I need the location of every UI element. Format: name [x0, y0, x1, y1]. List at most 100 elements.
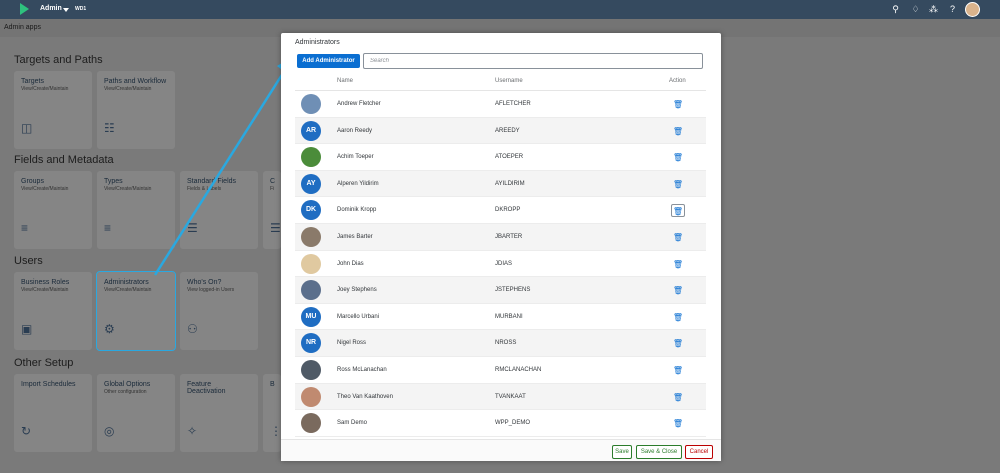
list-icon: ☰	[270, 221, 281, 235]
language-icon[interactable]: ⁂	[928, 4, 939, 15]
tile-subtitle: Fields & Labels	[187, 186, 222, 192]
row-username: JDIAS	[495, 260, 513, 267]
avatar: AR	[301, 120, 321, 141]
add-administrator-button[interactable]: Add Administrator	[297, 54, 360, 68]
tile-groups[interactable]: Groups View/Create/Maintain ≡	[14, 171, 92, 249]
row-name: Andrew Fletcher	[337, 101, 381, 107]
table-row[interactable]: Andrew Fletcher AFLETCHER 🗑	[295, 91, 706, 118]
admin-gear-icon: ⚙	[104, 322, 115, 336]
delete-icon[interactable]: 🗑	[671, 391, 685, 404]
magic-wand-icon: ✧	[187, 424, 198, 438]
table-row[interactable]: James Barter JBARTER 🗑	[295, 223, 706, 251]
bell-icon[interactable]: ♢	[910, 4, 921, 15]
table-row[interactable]: DK Dominik Kropp DKROPP 🗑	[295, 197, 706, 224]
delete-icon[interactable]: 🗑	[671, 204, 685, 218]
table-row[interactable]: John Dias JDIAS 🗑	[295, 251, 706, 278]
delete-icon[interactable]: 🗑	[671, 178, 685, 191]
tile-subtitle: View/Create/Maintain	[21, 86, 69, 92]
table-row[interactable]: Ross McLanachan RMCLANACHAN 🗑	[295, 357, 706, 384]
save-button[interactable]: Save	[612, 445, 632, 459]
delete-icon[interactable]: 🗑	[671, 417, 685, 430]
section-targets: Targets and Paths	[14, 54, 103, 66]
table-row[interactable]: NR Nigel Ross NROSS 🗑	[295, 330, 706, 357]
tile-title: Targets	[21, 78, 44, 85]
table-row[interactable]: Achim Toeper ATOEPER 🗑	[295, 144, 706, 171]
tile-title: Global Options	[104, 381, 151, 388]
row-username: NROSS	[495, 340, 517, 347]
avatar: AY	[301, 173, 321, 194]
tile-subtitle: View/Create/Maintain	[21, 287, 69, 293]
schedule-icon: ↻	[21, 424, 32, 438]
dialog-footer: Save Save & Close Cancel	[281, 439, 721, 461]
cancel-button[interactable]: Cancel	[685, 445, 713, 459]
search-icon[interactable]: ⚲	[890, 4, 901, 15]
tile-title: B	[270, 381, 275, 388]
section-users: Users	[14, 255, 43, 267]
row-username: JSTEPHENS	[495, 287, 531, 294]
column-name: Name	[337, 78, 354, 84]
row-username: JBARTER	[495, 233, 523, 240]
table-row[interactable]: AY Alperen Yildirim AYILDIRIM 🗑	[295, 170, 706, 198]
tile-targets[interactable]: Targets View/Create/Maintain ◫	[14, 71, 92, 149]
table-row[interactable]: AR Aaron Reedy AREEDY 🗑	[295, 117, 706, 145]
delete-icon[interactable]: 🗑	[671, 98, 685, 111]
avatar	[301, 226, 321, 247]
avatar	[301, 386, 321, 407]
row-name: Alperen Yildirim	[337, 180, 379, 187]
page-title: Admin apps	[4, 24, 41, 31]
row-username: AFLETCHER	[495, 101, 531, 107]
id-card-icon: ▣	[21, 322, 33, 336]
column-action: Action	[669, 78, 686, 84]
tile-title: Feature Deactivation	[187, 381, 226, 395]
column-username: Username	[495, 78, 523, 84]
tile-global-options[interactable]: Global Options Other configuration ◎	[97, 374, 175, 452]
tile-subtitle: View/Create/Maintain	[104, 186, 152, 192]
tile-import-schedules[interactable]: Import Schedules ↻	[14, 374, 92, 452]
tile-types[interactable]: Types View/Create/Maintain ≡	[97, 171, 175, 249]
table-row[interactable]: Sam Demo WPP_DEMO 🗑	[295, 410, 706, 437]
tile-paths[interactable]: Paths and Workflow View/Create/Maintain …	[97, 71, 175, 149]
tile-title: Types	[104, 178, 123, 185]
tile-subtitle: View/Create/Maintain	[21, 186, 69, 192]
delete-icon[interactable]: 🗑	[671, 311, 685, 324]
tile-subtitle: Fi	[270, 186, 275, 192]
target-icon: ◫	[21, 121, 33, 135]
delete-icon[interactable]: 🗑	[671, 231, 685, 244]
row-name: Ross McLanachan	[337, 366, 387, 373]
tile-title: Business Roles	[21, 279, 70, 286]
delete-icon[interactable]: 🗑	[671, 284, 685, 297]
user-avatar[interactable]	[965, 2, 980, 17]
dialog-title: Administrators	[295, 39, 340, 46]
row-name: Achim Toeper	[337, 154, 374, 161]
search-input[interactable]	[363, 53, 703, 69]
table-row[interactable]: Theo Van Kaathoven TVANKAAT 🗑	[295, 383, 706, 411]
delete-icon[interactable]: 🗑	[671, 258, 685, 271]
tile-feature-deactivation[interactable]: Feature Deactivation ✧	[180, 374, 258, 452]
tile-partial-c[interactable]: C Fi ☰	[263, 171, 281, 249]
delete-icon[interactable]: 🗑	[671, 125, 685, 138]
help-icon[interactable]: ?	[947, 4, 958, 15]
tile-subtitle: View logged-in Users	[187, 287, 235, 293]
tile-partial-b[interactable]: B ⋮	[263, 374, 282, 452]
row-name: James Barter	[337, 233, 373, 240]
people-icon: ⚇	[187, 322, 198, 336]
table-row[interactable]: Joey Stephens JSTEPHENS 🗑	[295, 277, 706, 304]
tile-title: C	[270, 178, 276, 185]
chevron-down-icon[interactable]	[63, 8, 69, 12]
delete-icon[interactable]: 🗑	[671, 364, 685, 377]
list-icon: ☰	[187, 221, 198, 235]
row-name: John Dias	[337, 260, 364, 267]
shell-title[interactable]: Admin	[40, 5, 62, 12]
row-username: AYILDIRIM	[495, 180, 525, 187]
tile-business-roles[interactable]: Business Roles View/Create/Maintain ▣	[14, 272, 92, 350]
tile-whos-on[interactable]: Who's On? View logged-in Users ⚇	[180, 272, 258, 350]
app-logo-icon[interactable]	[20, 3, 29, 15]
save-close-button[interactable]: Save & Close	[636, 445, 682, 459]
tile-standard-fields[interactable]: Standard Fields Fields & Labels ☰	[180, 171, 258, 249]
table-row[interactable]: MU Marcello Urbani MURBANI 🗑	[295, 304, 706, 331]
filter-icon: ≡	[21, 221, 29, 235]
tile-administrators[interactable]: Administrators View/Create/Maintain ⚙	[96, 271, 176, 351]
delete-icon[interactable]: 🗑	[671, 151, 685, 164]
avatar: DK	[301, 200, 321, 221]
delete-icon[interactable]: 🗑	[671, 337, 685, 350]
